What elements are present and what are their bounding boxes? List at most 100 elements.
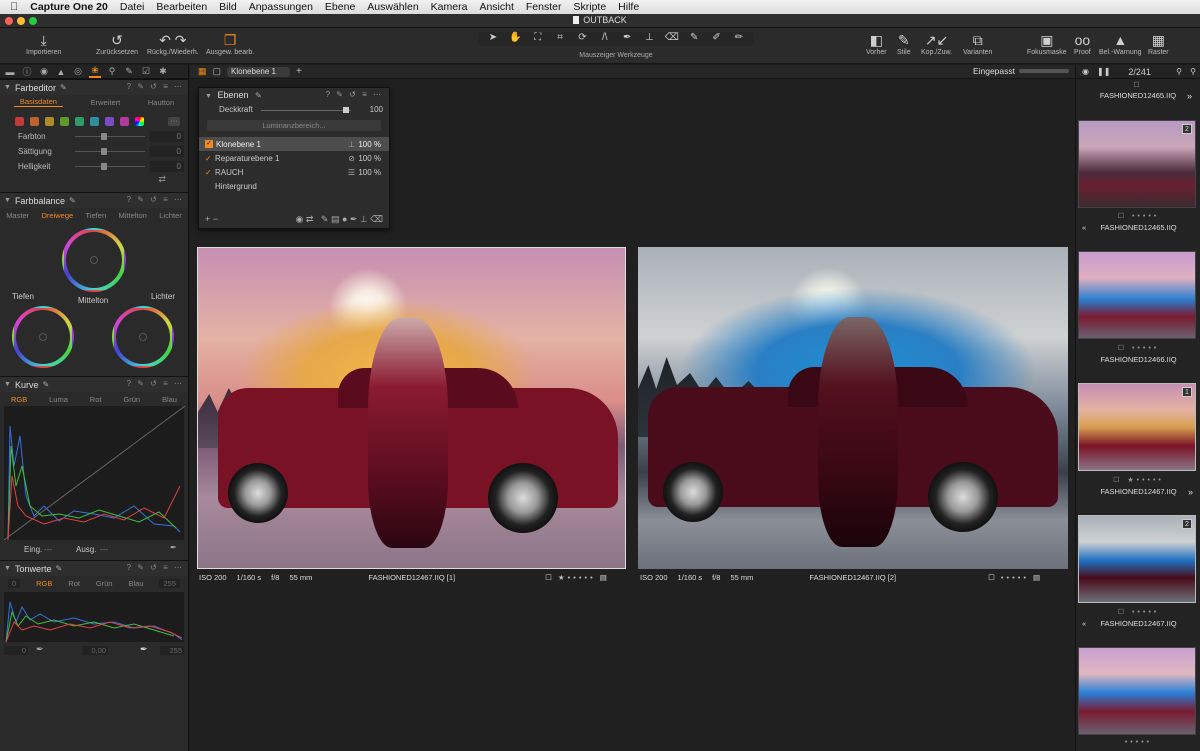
- saturation-slider[interactable]: [75, 151, 145, 152]
- menu-ebene[interactable]: Ebene: [325, 1, 355, 13]
- expand-stack-icon[interactable]: »: [1188, 487, 1193, 497]
- layer-row[interactable]: ✓ RAUCH ☰ 100 %: [199, 165, 389, 179]
- color-tag-icon[interactable]: ▤: [600, 573, 607, 582]
- copy-apply-button[interactable]: ↗↙ Kop./Zuw.: [921, 31, 952, 56]
- opacity-slider[interactable]: [261, 110, 351, 111]
- import-button[interactable]: ⤓ Importieren: [26, 31, 61, 56]
- saturation-knob[interactable]: [101, 148, 107, 155]
- swap-icon[interactable]: ⇄: [0, 174, 188, 192]
- tab-levels-red[interactable]: Rot: [68, 579, 80, 588]
- shadows-wheel-handle[interactable]: [39, 333, 47, 341]
- viewer-image-secondary[interactable]: [638, 247, 1068, 569]
- single-view-icon[interactable]: ▢: [213, 66, 222, 77]
- color-swatch[interactable]: [75, 116, 84, 126]
- tab-levels-rgb[interactable]: RGB: [36, 579, 52, 588]
- levels-min-value[interactable]: 0: [7, 578, 21, 588]
- undo-redo-button[interactable]: ↶ ↷ Rückg./Wiederh.: [147, 31, 199, 56]
- layer-checkmark[interactable]: ✓: [205, 154, 215, 163]
- thumbnail[interactable]: 2: [1078, 120, 1196, 208]
- menu-ansicht[interactable]: Ansicht: [479, 1, 513, 13]
- section-tools-icons[interactable]: ? ✎ ↺ ≡ ⋯: [127, 563, 184, 572]
- thumbnail[interactable]: [1078, 647, 1196, 735]
- menu-app-name[interactable]: Capture One 20: [30, 1, 108, 13]
- expand-stack-icon[interactable]: »: [1187, 91, 1192, 101]
- reset-button[interactable]: ↺ Zurücksetzen: [96, 31, 138, 56]
- thumbnail-selected[interactable]: 1: [1078, 383, 1196, 471]
- levels-low-value[interactable]: 0: [4, 646, 28, 655]
- highlight-picker-icon[interactable]: ✒: [140, 644, 148, 655]
- menu-fenster[interactable]: Fenster: [526, 1, 562, 13]
- multi-view-icon[interactable]: ▦: [198, 66, 207, 77]
- color-balance-header[interactable]: ▼ Farbbalance ✎ ? ✎ ↺ ≡ ⋯: [0, 192, 188, 208]
- menu-datei[interactable]: Datei: [120, 1, 145, 13]
- collapse-stack-icon[interactable]: «: [1082, 619, 1086, 629]
- brush-tool-icon[interactable]: ✎: [683, 32, 705, 46]
- layer-row[interactable]: Hintergrund: [199, 179, 389, 193]
- rotate-tool-icon[interactable]: ⟳: [571, 32, 593, 46]
- color-wheel-swatch-icon[interactable]: [135, 116, 144, 126]
- tab-levels-blue[interactable]: Blau: [129, 579, 144, 588]
- tab-three-way[interactable]: Dreiwege: [41, 211, 73, 220]
- edit-selected-button[interactable]: ❐ Ausgew. bearb.: [206, 31, 254, 56]
- layer-row[interactable]: ✓ Klonebene 1 ⊥ 100 %: [199, 137, 389, 151]
- stamp-tool-icon[interactable]: ⊥: [639, 32, 661, 46]
- levels-max-value[interactable]: 255: [159, 578, 180, 588]
- pan-tool-icon[interactable]: ✋: [504, 32, 526, 46]
- tab-midtone[interactable]: Mittelton: [119, 211, 147, 220]
- tab-green[interactable]: Grün: [123, 395, 140, 404]
- menu-hilfe[interactable]: Hilfe: [618, 1, 639, 13]
- exposure-warning-button[interactable]: ▲ Bel.-Warnung: [1099, 31, 1142, 56]
- annotate-tool-icon[interactable]: ✏: [728, 32, 750, 46]
- tab-skin-tone[interactable]: Hautton: [148, 98, 174, 107]
- color-tag-icon[interactable]: ▤: [1033, 573, 1040, 582]
- select-checkbox-icon[interactable]: ☐: [988, 573, 995, 582]
- collapse-arrow-icon[interactable]: ▼: [205, 93, 212, 100]
- zoom-slider[interactable]: [1019, 69, 1069, 73]
- menu-bearbeiten[interactable]: Bearbeiten: [156, 1, 207, 13]
- menu-auswaehlen[interactable]: Auswählen: [367, 1, 418, 13]
- tab-red[interactable]: Rot: [90, 395, 102, 404]
- tab-blue[interactable]: Blau: [162, 395, 177, 404]
- highlights-wheel[interactable]: [112, 306, 174, 368]
- layers-header[interactable]: ▼ Ebenen ✎ ? ✎ ↺ ≡ ⋯: [199, 88, 389, 102]
- select-checkbox-icon[interactable]: ☐: [545, 573, 552, 582]
- color-swatch[interactable]: [60, 116, 69, 126]
- color-tab-icon[interactable]: ❀: [89, 65, 101, 78]
- thumbnail[interactable]: [1078, 251, 1196, 339]
- layer-select[interactable]: Klonebene 1: [227, 66, 290, 77]
- levels-header[interactable]: ▼ Tonwerte ✎ ? ✎ ↺ ≡ ⋯: [0, 560, 188, 576]
- layer-checkbox[interactable]: ✓: [205, 140, 213, 148]
- thumb-rating-dots[interactable]: ☐: [1076, 81, 1200, 91]
- collapse-arrow-icon[interactable]: ▼: [4, 197, 11, 204]
- collapse-arrow-icon[interactable]: ▼: [4, 84, 11, 91]
- layer-tools-icons[interactable]: ◉ ⇄ ✎ ▤ ● ✒ ⊥ ⌫: [296, 214, 384, 225]
- loupe-tool-icon[interactable]: ⛶: [527, 32, 549, 46]
- thumbnail[interactable]: 2: [1078, 515, 1196, 603]
- curve-graph[interactable]: [3, 405, 186, 541]
- color-swatch[interactable]: [15, 116, 24, 126]
- select-tool-icon[interactable]: ➤: [482, 32, 504, 46]
- lens-tab-icon[interactable]: ◎: [72, 66, 84, 77]
- color-editor-header[interactable]: ▼ Farbeditor ✎ ? ✎ ↺ ≡ ⋯: [0, 79, 188, 95]
- tab-master[interactable]: Master: [6, 211, 29, 220]
- variants-button[interactable]: ⧉ Varianten: [963, 31, 992, 56]
- keystone-tool-icon[interactable]: /\: [594, 32, 616, 46]
- curve-histogram[interactable]: [3, 405, 186, 541]
- color-swatch[interactable]: [120, 116, 129, 126]
- zoom-search-icon[interactable]: ⚲: [1190, 67, 1196, 76]
- collapse-stack-icon[interactable]: «: [1082, 223, 1086, 233]
- info-tab-icon[interactable]: ⓘ: [21, 65, 33, 78]
- shadow-picker-icon[interactable]: ✒: [36, 644, 44, 655]
- apple-icon[interactable]: : [10, 1, 18, 13]
- metadata-tab-icon[interactable]: ☑: [140, 66, 152, 77]
- add-layer-icon[interactable]: + −: [205, 214, 218, 225]
- tab-shadows[interactable]: Tiefen: [86, 211, 107, 220]
- rating-stars[interactable]: •••••: [1001, 573, 1029, 582]
- local-adjust-tab-icon[interactable]: ✎: [123, 66, 135, 77]
- midtone-wheel-handle[interactable]: [90, 256, 98, 264]
- eraser-tool-icon[interactable]: ⌫: [661, 32, 683, 46]
- menu-kamera[interactable]: Kamera: [431, 1, 468, 13]
- tab-luma[interactable]: Luma: [49, 395, 68, 404]
- focus-mask-button[interactable]: ▣ Fokusmaske: [1027, 31, 1067, 56]
- opacity-knob[interactable]: [343, 107, 349, 113]
